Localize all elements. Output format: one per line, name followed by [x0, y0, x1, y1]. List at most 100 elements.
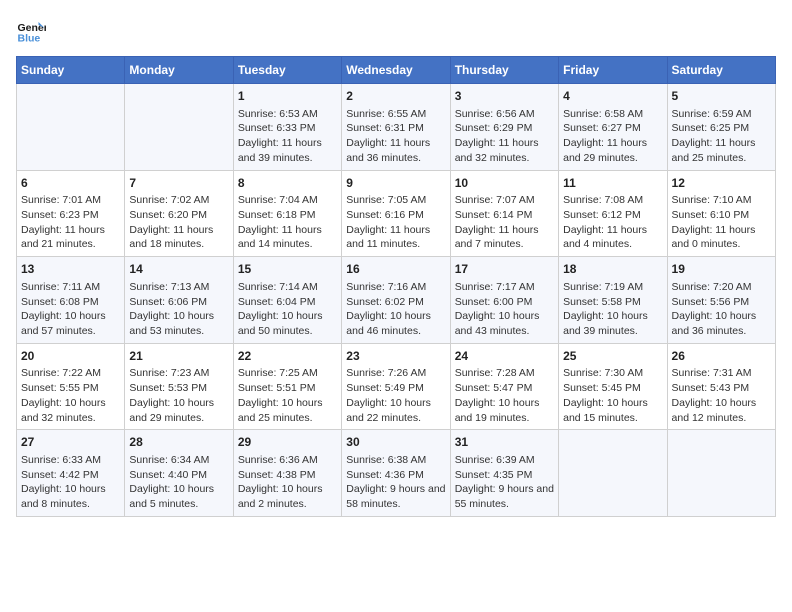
day-number: 30	[346, 434, 445, 451]
calendar-cell: 24Sunrise: 7:28 AM Sunset: 5:47 PM Dayli…	[450, 343, 558, 430]
day-content: Sunrise: 7:16 AM Sunset: 6:02 PM Dayligh…	[346, 280, 445, 339]
calendar-week-row: 13 Sunrise: 7:11 AM Sunset: 6:08 PM Dayli…	[17, 257, 776, 344]
calendar-cell	[17, 84, 125, 171]
page-header: General Blue	[16, 16, 776, 46]
calendar-cell: 7Sunrise: 7:02 AM Sunset: 6:20 PM Daylig…	[125, 170, 233, 257]
day-content: Sunrise: 6:56 AM Sunset: 6:29 PM Dayligh…	[455, 107, 554, 166]
calendar-cell: 12Sunrise: 7:10 AM Sunset: 6:10 PM Dayli…	[667, 170, 775, 257]
day-content: Sunrise: 7:05 AM Sunset: 6:16 PM Dayligh…	[346, 193, 445, 252]
day-content: Sunrise: 7:13 AM Sunset: 6:06 PM Dayligh…	[129, 280, 228, 339]
calendar-cell: 4Sunrise: 6:58 AM Sunset: 6:27 PM Daylig…	[559, 84, 667, 171]
calendar-cell: 9Sunrise: 7:05 AM Sunset: 6:16 PM Daylig…	[342, 170, 450, 257]
day-content: Sunrise: 6:59 AM Sunset: 6:25 PM Dayligh…	[672, 107, 771, 166]
day-content: Sunrise: 7:10 AM Sunset: 6:10 PM Dayligh…	[672, 193, 771, 252]
day-number: 9	[346, 175, 445, 192]
day-content: Sunrise: 7:08 AM Sunset: 6:12 PM Dayligh…	[563, 193, 662, 252]
day-content: Sunrise: 6:38 AM Sunset: 4:36 PM Dayligh…	[346, 453, 445, 512]
calendar-cell: 30 Sunrise: 6:38 AM Sunset: 4:36 PM Dayli…	[342, 430, 450, 517]
day-content: Sunrise: 6:33 AM Sunset: 4:42 PM Dayligh…	[21, 453, 120, 512]
day-number: 23	[346, 348, 445, 365]
day-number: 15	[238, 261, 337, 278]
day-content: Sunrise: 7:19 AM Sunset: 5:58 PM Dayligh…	[563, 280, 662, 339]
calendar-cell: 8Sunrise: 7:04 AM Sunset: 6:18 PM Daylig…	[233, 170, 341, 257]
calendar-cell: 29 Sunrise: 6:36 AM Sunset: 4:38 PM Dayli…	[233, 430, 341, 517]
logo-icon: General Blue	[16, 16, 46, 46]
day-content: Sunrise: 7:14 AM Sunset: 6:04 PM Dayligh…	[238, 280, 337, 339]
day-content: Sunrise: 7:17 AM Sunset: 6:00 PM Dayligh…	[455, 280, 554, 339]
svg-text:Blue: Blue	[18, 33, 41, 45]
day-content: Sunrise: 7:04 AM Sunset: 6:18 PM Dayligh…	[238, 193, 337, 252]
calendar-cell: 1Sunrise: 6:53 AM Sunset: 6:33 PM Daylig…	[233, 84, 341, 171]
day-number: 25	[563, 348, 662, 365]
calendar-cell: 16 Sunrise: 7:16 AM Sunset: 6:02 PM Dayli…	[342, 257, 450, 344]
day-content: Sunrise: 7:11 AM Sunset: 6:08 PM Dayligh…	[21, 280, 120, 339]
day-number: 10	[455, 175, 554, 192]
day-content: Sunrise: 7:01 AM Sunset: 6:23 PM Dayligh…	[21, 193, 120, 252]
day-number: 4	[563, 88, 662, 105]
calendar-cell: 14 Sunrise: 7:13 AM Sunset: 6:06 PM Dayli…	[125, 257, 233, 344]
calendar-cell: 3 Sunrise: 6:56 AM Sunset: 6:29 PM Daylig…	[450, 84, 558, 171]
column-header-wednesday: Wednesday	[342, 57, 450, 84]
calendar-cell: 11Sunrise: 7:08 AM Sunset: 6:12 PM Dayli…	[559, 170, 667, 257]
day-content: Sunrise: 7:02 AM Sunset: 6:20 PM Dayligh…	[129, 193, 228, 252]
day-number: 26	[672, 348, 771, 365]
day-number: 8	[238, 175, 337, 192]
calendar-cell: 15 Sunrise: 7:14 AM Sunset: 6:04 PM Dayli…	[233, 257, 341, 344]
day-number: 29	[238, 434, 337, 451]
column-header-monday: Monday	[125, 57, 233, 84]
calendar-cell: 6Sunrise: 7:01 AM Sunset: 6:23 PM Daylig…	[17, 170, 125, 257]
day-number: 31	[455, 434, 554, 451]
calendar-week-row: 27 Sunrise: 6:33 AM Sunset: 4:42 PM Dayli…	[17, 430, 776, 517]
day-content: Sunrise: 7:26 AM Sunset: 5:49 PM Dayligh…	[346, 366, 445, 425]
calendar-cell: 2Sunrise: 6:55 AM Sunset: 6:31 PM Daylig…	[342, 84, 450, 171]
calendar-cell: 20Sunrise: 7:22 AM Sunset: 5:55 PM Dayli…	[17, 343, 125, 430]
calendar-week-row: 20Sunrise: 7:22 AM Sunset: 5:55 PM Dayli…	[17, 343, 776, 430]
column-header-saturday: Saturday	[667, 57, 775, 84]
day-number: 19	[672, 261, 771, 278]
calendar-cell: 10Sunrise: 7:07 AM Sunset: 6:14 PM Dayli…	[450, 170, 558, 257]
calendar-week-row: 6Sunrise: 7:01 AM Sunset: 6:23 PM Daylig…	[17, 170, 776, 257]
day-number: 22	[238, 348, 337, 365]
day-number: 6	[21, 175, 120, 192]
day-content: Sunrise: 6:39 AM Sunset: 4:35 PM Dayligh…	[455, 453, 554, 512]
calendar-cell: 27 Sunrise: 6:33 AM Sunset: 4:42 PM Dayli…	[17, 430, 125, 517]
calendar-cell: 5 Sunrise: 6:59 AM Sunset: 6:25 PM Daylig…	[667, 84, 775, 171]
day-content: Sunrise: 7:22 AM Sunset: 5:55 PM Dayligh…	[21, 366, 120, 425]
calendar-cell: 18 Sunrise: 7:19 AM Sunset: 5:58 PM Dayli…	[559, 257, 667, 344]
day-content: Sunrise: 7:07 AM Sunset: 6:14 PM Dayligh…	[455, 193, 554, 252]
calendar-cell: 22Sunrise: 7:25 AM Sunset: 5:51 PM Dayli…	[233, 343, 341, 430]
calendar-week-row: 1Sunrise: 6:53 AM Sunset: 6:33 PM Daylig…	[17, 84, 776, 171]
day-number: 18	[563, 261, 662, 278]
day-number: 14	[129, 261, 228, 278]
day-content: Sunrise: 6:34 AM Sunset: 4:40 PM Dayligh…	[129, 453, 228, 512]
day-number: 5	[672, 88, 771, 105]
day-content: Sunrise: 7:31 AM Sunset: 5:43 PM Dayligh…	[672, 366, 771, 425]
calendar-cell: 13 Sunrise: 7:11 AM Sunset: 6:08 PM Dayli…	[17, 257, 125, 344]
day-content: Sunrise: 7:28 AM Sunset: 5:47 PM Dayligh…	[455, 366, 554, 425]
calendar-cell: 26Sunrise: 7:31 AM Sunset: 5:43 PM Dayli…	[667, 343, 775, 430]
day-number: 27	[21, 434, 120, 451]
day-number: 7	[129, 175, 228, 192]
day-number: 17	[455, 261, 554, 278]
day-number: 3	[455, 88, 554, 105]
column-header-thursday: Thursday	[450, 57, 558, 84]
calendar-header-row: SundayMondayTuesdayWednesdayThursdayFrid…	[17, 57, 776, 84]
day-content: Sunrise: 6:53 AM Sunset: 6:33 PM Dayligh…	[238, 107, 337, 166]
day-content: Sunrise: 6:55 AM Sunset: 6:31 PM Dayligh…	[346, 107, 445, 166]
day-number: 20	[21, 348, 120, 365]
day-number: 21	[129, 348, 228, 365]
column-header-tuesday: Tuesday	[233, 57, 341, 84]
calendar-cell: 21Sunrise: 7:23 AM Sunset: 5:53 PM Dayli…	[125, 343, 233, 430]
day-number: 12	[672, 175, 771, 192]
calendar-cell: 23Sunrise: 7:26 AM Sunset: 5:49 PM Dayli…	[342, 343, 450, 430]
logo: General Blue	[16, 16, 50, 46]
column-header-friday: Friday	[559, 57, 667, 84]
calendar-cell: 17 Sunrise: 7:17 AM Sunset: 6:00 PM Dayli…	[450, 257, 558, 344]
day-content: Sunrise: 7:25 AM Sunset: 5:51 PM Dayligh…	[238, 366, 337, 425]
day-number: 24	[455, 348, 554, 365]
day-number: 13	[21, 261, 120, 278]
calendar-cell: 25Sunrise: 7:30 AM Sunset: 5:45 PM Dayli…	[559, 343, 667, 430]
day-number: 16	[346, 261, 445, 278]
calendar-cell: 28Sunrise: 6:34 AM Sunset: 4:40 PM Dayli…	[125, 430, 233, 517]
day-content: Sunrise: 6:36 AM Sunset: 4:38 PM Dayligh…	[238, 453, 337, 512]
